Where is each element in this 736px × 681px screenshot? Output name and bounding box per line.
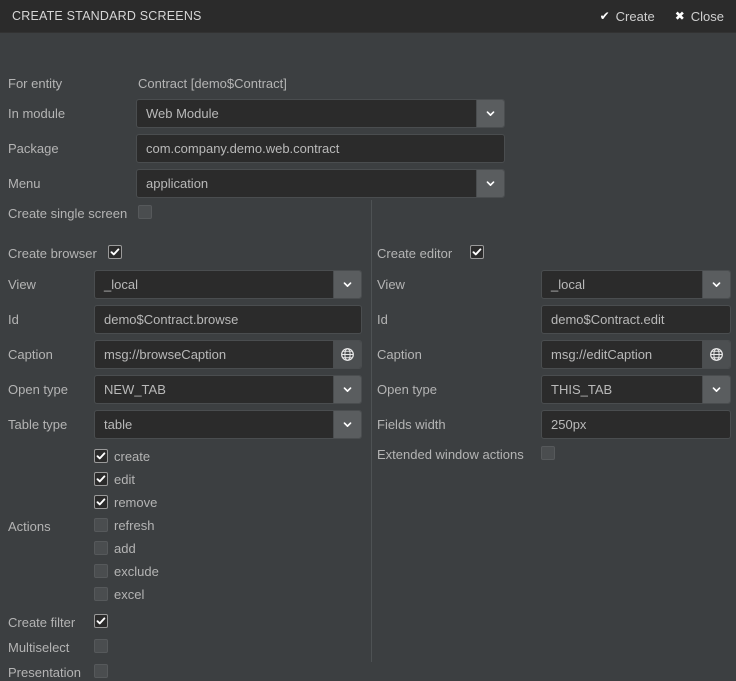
create-editor-checkbox[interactable] bbox=[470, 245, 484, 259]
editor-caption-input[interactable]: msg://editCaption bbox=[541, 340, 731, 369]
in-module-value: Web Module bbox=[146, 106, 219, 121]
editor-caption-value: msg://editCaption bbox=[551, 347, 653, 362]
check-icon: ✔ bbox=[599, 9, 610, 23]
action-refresh-checkbox[interactable] bbox=[94, 518, 108, 532]
action-refresh-label: refresh bbox=[114, 518, 155, 533]
multiselect-checkbox[interactable] bbox=[94, 639, 108, 653]
create-button-label: Create bbox=[615, 8, 655, 24]
browser-id-value: demo$Contract.browse bbox=[104, 312, 239, 327]
package-value: com.company.demo.web.contract bbox=[146, 141, 340, 156]
chevron-down-icon[interactable] bbox=[476, 170, 504, 197]
in-module-combobox[interactable]: Web Module bbox=[136, 99, 505, 128]
chevron-down-icon[interactable] bbox=[702, 271, 730, 298]
editor-id-label: Id bbox=[377, 312, 388, 327]
action-create-label: create bbox=[114, 449, 151, 464]
action-edit-checkbox[interactable] bbox=[94, 472, 108, 486]
browser-open-type-combobox[interactable]: NEW_TAB bbox=[94, 375, 362, 404]
browser-caption-input[interactable]: msg://browseCaption bbox=[94, 340, 362, 369]
globe-icon[interactable] bbox=[702, 341, 730, 368]
close-button-label: Close bbox=[690, 8, 724, 24]
browser-view-label: View bbox=[8, 277, 36, 292]
action-excel-checkbox[interactable] bbox=[94, 587, 108, 601]
for-entity-label: For entity bbox=[8, 76, 63, 91]
action-remove-checkbox[interactable] bbox=[94, 495, 108, 509]
presentation-label: Presentation bbox=[8, 665, 81, 680]
action-exclude-checkbox[interactable] bbox=[94, 564, 108, 578]
package-label: Package bbox=[8, 141, 59, 156]
browser-table-type-value: table bbox=[104, 417, 133, 432]
titlebar-actions: ✔ Create ✖ Close bbox=[600, 9, 724, 24]
create-single-screen-checkbox[interactable] bbox=[138, 205, 152, 219]
editor-open-type-combobox[interactable]: THIS_TAB bbox=[541, 375, 731, 404]
action-exclude-label: exclude bbox=[114, 564, 159, 579]
close-icon: ✖ bbox=[674, 9, 685, 23]
action-add-checkbox[interactable] bbox=[94, 541, 108, 555]
browser-table-type-combobox[interactable]: table bbox=[94, 410, 362, 439]
browser-actions-label: Actions bbox=[8, 519, 51, 534]
create-editor-label: Create editor bbox=[377, 246, 453, 261]
browser-caption-value: msg://browseCaption bbox=[104, 347, 227, 362]
action-create-checkbox[interactable] bbox=[94, 449, 108, 463]
extended-window-actions-label: Extended window actions bbox=[377, 447, 524, 462]
column-divider bbox=[371, 200, 372, 662]
create-browser-label: Create browser bbox=[8, 246, 97, 261]
chevron-down-icon[interactable] bbox=[333, 411, 361, 438]
close-button[interactable]: ✖ Close bbox=[675, 9, 724, 24]
action-remove-label: remove bbox=[114, 495, 158, 510]
browser-caption-label: Caption bbox=[8, 347, 53, 362]
form-panel: For entity Contract [demo$Contract] In m… bbox=[0, 33, 736, 680]
browser-table-type-label: Table type bbox=[8, 417, 68, 432]
action-add-label: add bbox=[114, 541, 136, 556]
browser-view-value: _local bbox=[104, 277, 138, 292]
multiselect-label: Multiselect bbox=[8, 640, 70, 655]
editor-view-label: View bbox=[377, 277, 405, 292]
editor-fields-width-label: Fields width bbox=[377, 417, 446, 432]
window-titlebar: CREATE STANDARD SCREENS ✔ Create ✖ Close bbox=[0, 0, 736, 33]
presentation-checkbox[interactable] bbox=[94, 664, 108, 678]
editor-open-type-value: THIS_TAB bbox=[551, 382, 613, 397]
browser-id-input[interactable]: demo$Contract.browse bbox=[94, 305, 362, 334]
editor-caption-label: Caption bbox=[377, 347, 422, 362]
menu-label: Menu bbox=[8, 176, 41, 191]
browser-open-type-label: Open type bbox=[8, 382, 68, 397]
editor-id-value: demo$Contract.edit bbox=[551, 312, 665, 327]
create-filter-label: Create filter bbox=[8, 615, 76, 630]
chevron-down-icon[interactable] bbox=[702, 376, 730, 403]
create-filter-checkbox[interactable] bbox=[94, 614, 108, 628]
editor-open-type-label: Open type bbox=[377, 382, 437, 397]
in-module-label: In module bbox=[8, 106, 66, 121]
chevron-down-icon[interactable] bbox=[333, 271, 361, 298]
action-edit-label: edit bbox=[114, 472, 135, 487]
menu-value: application bbox=[146, 176, 209, 191]
action-excel-label: excel bbox=[114, 587, 145, 602]
menu-combobox[interactable]: application bbox=[136, 169, 505, 198]
window-title: CREATE STANDARD SCREENS bbox=[12, 9, 202, 23]
create-button[interactable]: ✔ Create bbox=[600, 9, 655, 24]
chevron-down-icon[interactable] bbox=[333, 376, 361, 403]
browser-open-type-value: NEW_TAB bbox=[104, 382, 166, 397]
editor-fields-width-value: 250px bbox=[551, 417, 587, 432]
editor-view-combobox[interactable]: _local bbox=[541, 270, 731, 299]
extended-window-actions-checkbox[interactable] bbox=[541, 446, 555, 460]
editor-view-value: _local bbox=[551, 277, 585, 292]
package-input[interactable]: com.company.demo.web.contract bbox=[136, 134, 505, 163]
create-single-screen-label: Create single screen bbox=[8, 206, 128, 221]
create-browser-checkbox[interactable] bbox=[108, 245, 122, 259]
globe-icon[interactable] bbox=[333, 341, 361, 368]
browser-view-combobox[interactable]: _local bbox=[94, 270, 362, 299]
for-entity-value: Contract [demo$Contract] bbox=[138, 76, 287, 91]
editor-id-input[interactable]: demo$Contract.edit bbox=[541, 305, 731, 334]
browser-id-label: Id bbox=[8, 312, 19, 327]
editor-fields-width-input[interactable]: 250px bbox=[541, 410, 731, 439]
chevron-down-icon[interactable] bbox=[476, 100, 504, 127]
